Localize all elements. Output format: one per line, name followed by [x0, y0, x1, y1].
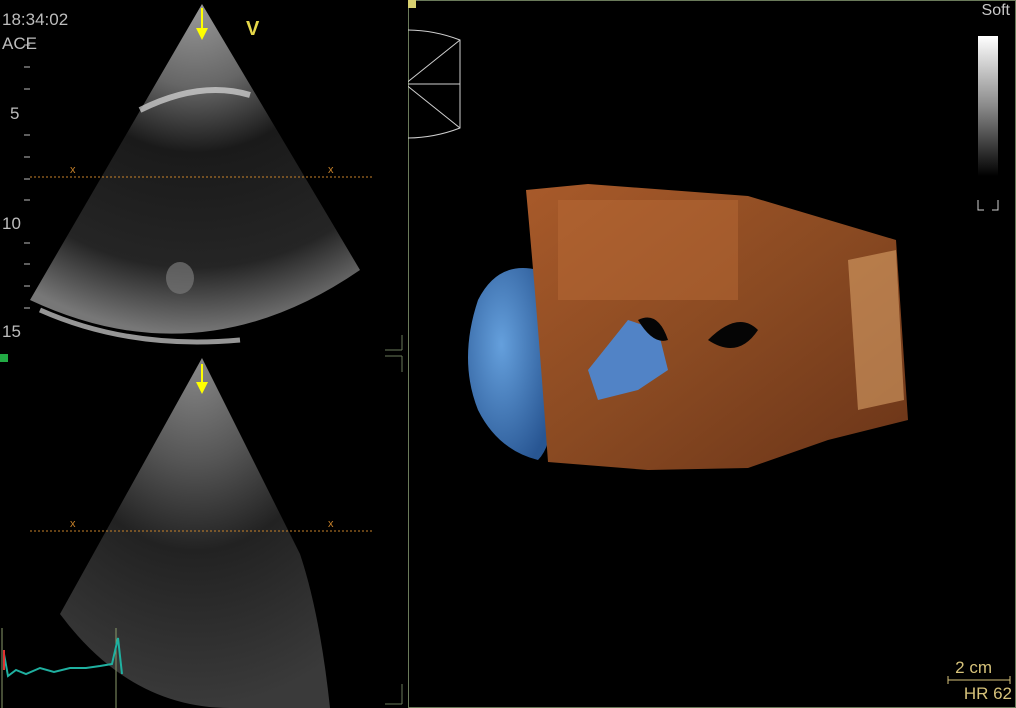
heart-rate: HR 62: [963, 684, 1012, 703]
orientation-cube-icon: [408, 29, 461, 139]
svg-text:x: x: [70, 518, 76, 530]
svg-text:x: x: [70, 164, 76, 176]
depth-label-15: 15: [2, 322, 21, 341]
top-echo-pane[interactable]: x x 18:34:02 ACE V 5 10 15: [0, 0, 406, 352]
bottom-echo-pane[interactable]: x x: [0, 354, 406, 708]
depth-label-10: 10: [2, 214, 21, 233]
view-indicator: V: [246, 18, 260, 40]
timestamp: 18:34:02: [2, 10, 69, 29]
svg-text:x: x: [328, 518, 334, 530]
depth-label-5: 5: [10, 104, 20, 123]
colormap-label: Soft: [981, 2, 1010, 19]
bottom-echo-sector: x x: [0, 354, 403, 708]
svg-text:x: x: [328, 164, 334, 176]
top-echo-sector: x x: [24, 4, 403, 351]
volume-render: [408, 0, 1016, 708]
scale-bar-label: 2 cm: [955, 658, 992, 677]
volume-render-pane[interactable]: Soft 2 cm HR 62: [408, 0, 1016, 708]
colormap-gradient-icon: [977, 36, 999, 211]
preset-label: ACE: [2, 34, 37, 53]
